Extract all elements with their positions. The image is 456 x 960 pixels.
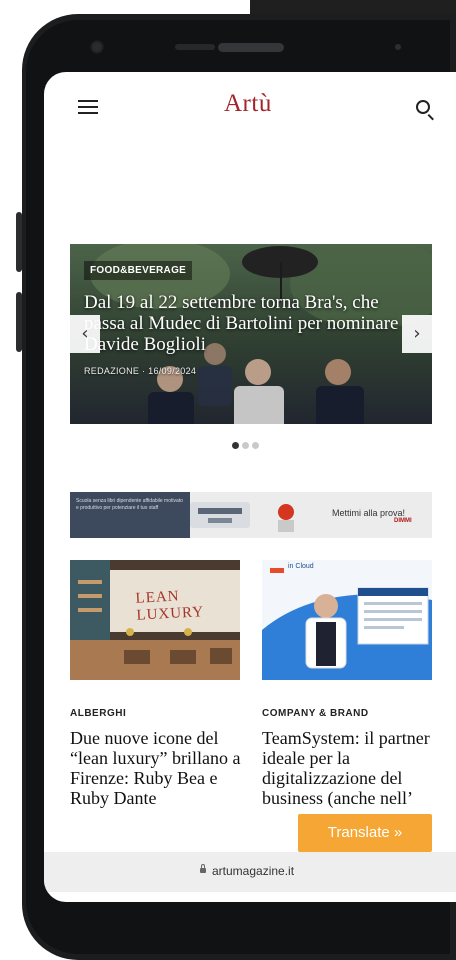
carousel-meta: REDAZIONE · 16/09/2024	[84, 366, 196, 376]
hamburger-menu-icon[interactable]	[78, 100, 98, 114]
carousel-next-button[interactable]: ›	[402, 315, 432, 353]
volume-button	[16, 212, 22, 272]
lean-luxury-sign: LEAN LUXURY	[135, 588, 205, 624]
featured-carousel[interactable]: FOOD&BEVERAGE Dal 19 al 22 settembre tor…	[70, 244, 432, 424]
carousel-headline[interactable]: Dal 19 al 22 settembre torna Bra's, che …	[84, 292, 404, 355]
banner-cta[interactable]: Mettimi alla prova!	[332, 508, 405, 518]
earpiece-speaker	[218, 43, 284, 52]
carousel-dot-3[interactable]	[252, 442, 259, 449]
article-category[interactable]: COMPANY & BRAND	[262, 708, 369, 719]
power-button	[16, 292, 22, 352]
article-title[interactable]: TeamSystem: il partner ideale per la dig…	[262, 728, 434, 808]
search-icon[interactable]	[416, 100, 430, 114]
carousel-dot-1[interactable]	[232, 442, 239, 449]
teamsystem-ad-image	[262, 560, 432, 680]
address-url[interactable]: artumagazine.it	[212, 864, 294, 878]
lock-icon	[200, 864, 206, 873]
banner-brand: DIMMI	[394, 518, 412, 524]
proximity-sensor	[175, 44, 215, 50]
article-category[interactable]: ALBERGHI	[70, 708, 126, 719]
article-thumbnail[interactable]: in Cloud	[262, 560, 432, 680]
article-title[interactable]: Due nuove icone del “lean luxury” brilla…	[70, 728, 242, 808]
browser-address-bar[interactable]: artumagazine.it	[44, 852, 456, 892]
background-dark-strip	[250, 0, 456, 14]
teamsystem-cloud-label: in Cloud	[288, 563, 314, 570]
carousel-date: 16/09/2024	[148, 366, 197, 376]
translate-button[interactable]: Translate »	[298, 814, 432, 852]
carousel-pagination	[232, 436, 262, 449]
advertisement-banner[interactable]: Scuola senza libri dipendente affidabile…	[70, 492, 432, 538]
article-card[interactable]: LEAN LUXURY ALBERGHI Due nuove icone del…	[70, 560, 240, 808]
article-thumbnail[interactable]: LEAN LUXURY	[70, 560, 240, 680]
carousel-dot-2[interactable]	[242, 442, 249, 449]
site-logo[interactable]: Artù	[224, 90, 272, 118]
carousel-author[interactable]: REDAZIONE	[84, 366, 139, 376]
article-card[interactable]: in Cloud COMPANY & BRAND TeamSystem: il …	[262, 560, 432, 808]
carousel-prev-button[interactable]: ‹	[70, 315, 100, 353]
site-header: Artù	[44, 72, 456, 142]
front-camera	[90, 40, 104, 54]
phone-screen: Artù FOOD&BEVERAGE Dal 19 al 22 settembr…	[44, 72, 456, 902]
carousel-category-tag[interactable]: FOOD&BEVERAGE	[84, 261, 193, 280]
light-sensor	[395, 44, 401, 50]
